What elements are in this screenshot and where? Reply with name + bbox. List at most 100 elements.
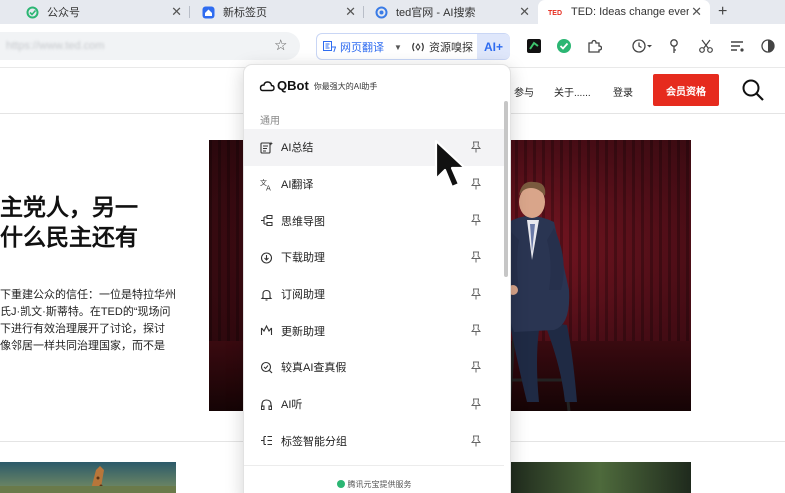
fact-check-icon: [259, 360, 273, 374]
new-tab-button[interactable]: +: [718, 3, 727, 21]
menu-item-tab-grouping[interactable]: 标签智能分组: [244, 423, 504, 460]
close-tab-icon[interactable]: ✕: [519, 5, 530, 19]
qbot-logo: QBot: [259, 78, 309, 93]
tab-strip: 公众号 ✕ 新标签页 ✕ ted官网 - AI搜索 ✕ TED TED: Ide…: [0, 0, 785, 24]
tab-title: 新标签页: [223, 7, 267, 19]
menu-item-label: AI翻译: [281, 179, 314, 192]
scissors-icon[interactable]: [697, 37, 715, 55]
menu-item-download-assistant[interactable]: 下载助理: [244, 239, 504, 276]
summary-line: 氏J·凯文·斯蒂特。在TED的“现场问: [0, 306, 171, 318]
ai-search-icon: [375, 6, 388, 19]
nav-participate[interactable]: 参与: [514, 84, 534, 99]
summary-line: 下重建公众的信任：一位是特拉华州: [0, 289, 176, 301]
tab-title: TED: Ideas change ever: [571, 6, 689, 18]
web-translate-button[interactable]: 网页翻译 ▼: [323, 39, 402, 55]
sniff-label: 资源嗅探: [429, 42, 473, 54]
menu-item-label: 下载助理: [281, 252, 325, 265]
giraffe-image: [0, 466, 176, 493]
mind-map-icon: [259, 214, 273, 228]
download-assistant-icon: [259, 250, 273, 264]
svg-text:TED: TED: [548, 10, 562, 16]
tab-title: 公众号: [47, 7, 80, 19]
pin-icon[interactable]: [469, 177, 483, 191]
resource-sniff-button[interactable]: 资源嗅探: [411, 39, 473, 55]
menu-item-mind-map[interactable]: 思维导图: [244, 202, 504, 239]
tab-title: ted官网 - AI搜索: [396, 7, 476, 19]
tab-group-icon: [259, 434, 273, 448]
browser-toolbar: https://www.ted.com ☆ 网页翻译 ▼ 资源嗅探 AI+: [0, 24, 785, 68]
popup-header: QBot 你最强大的AI助手: [259, 78, 377, 93]
membership-button[interactable]: 会员资格: [653, 74, 719, 106]
dropdown-arrow-icon[interactable]: ▼: [394, 43, 402, 52]
subscribe-bell-icon: [259, 287, 273, 301]
bookmark-star-icon[interactable]: ☆: [274, 38, 287, 54]
pin-icon[interactable]: [469, 250, 483, 264]
key-icon[interactable]: [665, 37, 683, 55]
nav-login[interactable]: 登录: [613, 84, 633, 99]
theme-icon[interactable]: [759, 37, 777, 55]
qq-browser-house-icon: [202, 6, 215, 19]
pin-icon[interactable]: [469, 397, 483, 411]
tab-ted-search[interactable]: ted官网 - AI搜索 ✕: [364, 0, 538, 24]
pin-icon[interactable]: [469, 323, 483, 337]
ai-summary-icon: [259, 140, 273, 154]
popup-footer-divider: [244, 465, 504, 466]
headphones-icon: [259, 397, 273, 411]
popup-scrollbar[interactable]: [504, 101, 508, 277]
close-tab-icon[interactable]: ✕: [345, 5, 356, 19]
close-tab-icon[interactable]: ✕: [171, 5, 182, 19]
close-tab-icon[interactable]: ✕: [691, 5, 702, 19]
extension-green-check-icon[interactable]: [555, 37, 573, 55]
menu-item-label: 更新助理: [281, 325, 325, 338]
yuanbao-icon: [336, 480, 345, 488]
qbot-brand: QBot: [277, 78, 309, 93]
extension-black-flag-icon[interactable]: [525, 37, 543, 55]
menu-item-label: AI总结: [281, 142, 314, 155]
menu-item-fact-check[interactable]: 较真AI查真假: [244, 349, 504, 386]
pin-icon[interactable]: [469, 360, 483, 374]
section-general-label: 通用: [260, 116, 280, 127]
tab-ted-active[interactable]: TED TED: Ideas change ever ✕: [538, 0, 710, 24]
extensions-puzzle-icon[interactable]: [585, 37, 603, 55]
tab-new-tab[interactable]: 新标签页 ✕: [190, 0, 364, 24]
article-summary: 下重建公众的信任：一位是特拉华州 氏J·凯文·斯蒂特。在TED的“现场问 下进行…: [0, 287, 176, 355]
address-bar[interactable]: https://www.ted.com: [0, 32, 300, 60]
nav-about[interactable]: 关于......: [554, 84, 591, 99]
video-thumbnail-forest[interactable]: [509, 462, 691, 493]
menu-item-label: 思维导图: [281, 215, 325, 228]
menu-list-icon[interactable]: [728, 37, 746, 55]
svg-text:A: A: [266, 184, 271, 191]
url-text: https://www.ted.com: [6, 40, 105, 52]
popup-footer: 腾讯元宝提供服务: [244, 479, 504, 490]
menu-item-ai-listen[interactable]: AI听: [244, 386, 504, 423]
menu-item-subscribe-assistant[interactable]: 订阅助理: [244, 276, 504, 313]
menu-item-label: AI听: [281, 399, 303, 412]
video-thumbnail-giraffe[interactable]: [0, 462, 176, 493]
summary-line: 下进行有效治理展开了讨论，探讨: [0, 323, 165, 335]
toolbar-pill-group: 网页翻译 ▼ 资源嗅探 AI+: [316, 33, 510, 60]
ai-translate-icon: 文A: [259, 177, 273, 191]
menu-item-update-assistant[interactable]: 更新助理: [244, 312, 504, 349]
pin-icon[interactable]: [469, 434, 483, 448]
ai-plus-button[interactable]: AI+: [477, 34, 510, 59]
qbot-cloud-icon: [259, 80, 275, 91]
tab-wechat[interactable]: 公众号 ✕: [0, 0, 190, 24]
headline-line: 什么民主还有: [0, 224, 138, 250]
resource-sniff-icon: [412, 42, 424, 52]
footer-text: 腾讯元宝提供服务: [347, 480, 412, 489]
qbot-tagline: 你最强大的AI助手: [313, 82, 378, 91]
translate-icon: [323, 41, 336, 53]
summary-line: 像邻居一样共同治理国家，而不是: [0, 340, 165, 352]
pin-icon[interactable]: [469, 140, 483, 154]
mouse-cursor-icon: [434, 139, 467, 189]
history-icon[interactable]: [630, 37, 654, 55]
wechat-green-icon: [26, 6, 39, 19]
pin-icon[interactable]: [469, 213, 483, 227]
article-headline[interactable]: 主党人，另一 什么民主还有: [0, 192, 138, 252]
search-icon[interactable]: [741, 78, 765, 102]
ted-favicon: TED: [548, 6, 563, 19]
menu-item-label: 订阅助理: [281, 289, 325, 302]
headline-line: 主党人，另一: [0, 194, 138, 220]
update-assistant-icon: [259, 324, 273, 338]
pin-icon[interactable]: [469, 287, 483, 301]
